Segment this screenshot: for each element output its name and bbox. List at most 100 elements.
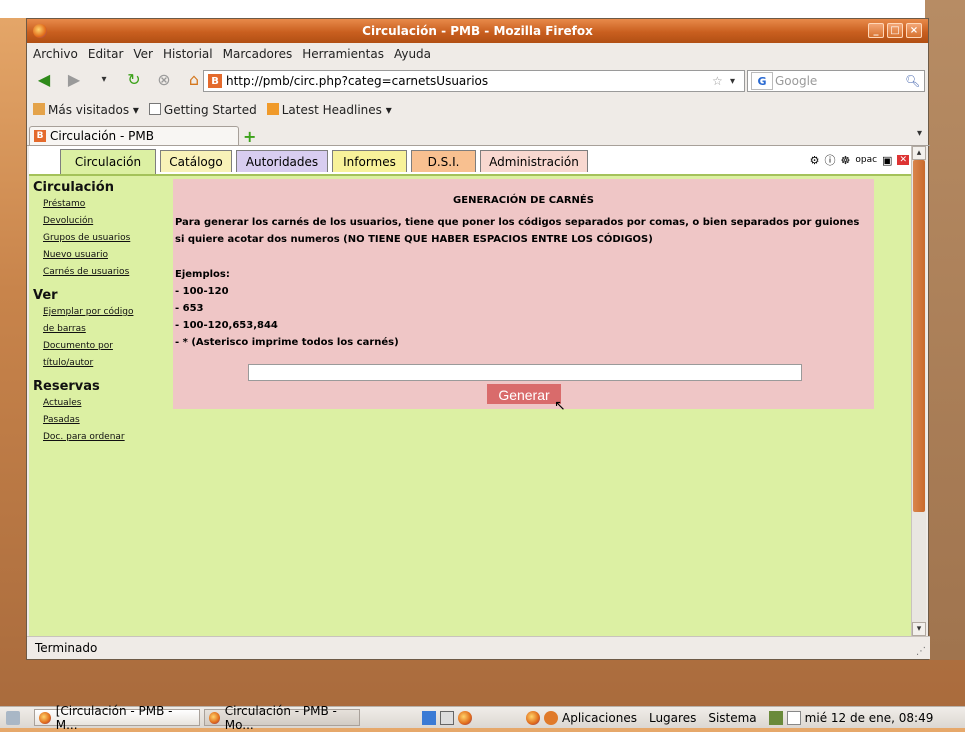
tab-informes[interactable]: Informes — [332, 150, 407, 172]
url-bar[interactable]: B http://pmb/circ.php?categ=carnetsUsuar… — [203, 70, 745, 92]
search-placeholder[interactable]: Google — [775, 74, 817, 88]
search-icon[interactable]: 🔍︎ — [905, 74, 921, 88]
bookmark-latest-headlines[interactable]: Latest Headlines ▾ — [266, 103, 392, 117]
menu-herramientas[interactable]: Herramientas — [302, 47, 384, 61]
search-bar[interactable]: G Google 🔍︎ — [747, 70, 925, 92]
minimize-button[interactable]: _ — [868, 23, 884, 38]
menu-bar: Archivo Editar Ver Historial Marcadores … — [27, 43, 928, 65]
bookmark-star-icon[interactable]: ☆ — [712, 74, 730, 88]
menu-historial[interactable]: Historial — [163, 47, 213, 61]
sidebar-link-devolucion[interactable]: Devolución — [43, 216, 169, 227]
tab-autoridades[interactable]: Autoridades — [236, 150, 328, 172]
sidebar-link-nuevo-usuario[interactable]: Nuevo usuario — [43, 250, 169, 261]
sidebar-link-ejemplar-codigo[interactable]: Ejemplar por código — [43, 307, 169, 318]
launcher-icon[interactable] — [422, 710, 436, 725]
scroll-up-arrow-icon[interactable]: ▴ — [912, 146, 926, 160]
example-item: - 653 — [175, 303, 204, 314]
scroll-down-arrow-icon[interactable]: ▾ — [912, 622, 926, 636]
firefox-icon — [39, 711, 51, 724]
carnets-form-panel: GENERACIÓN DE CARNÉS Para generar los ca… — [173, 179, 874, 414]
firefox-window: Circulación - PMB - Mozilla Firefox _ □ … — [26, 18, 930, 660]
menu-lugares[interactable]: Lugares — [649, 711, 696, 725]
resize-grip-icon[interactable]: ⋰ — [916, 646, 926, 657]
sidebar-link-actuales[interactable]: Actuales — [43, 398, 169, 409]
sidebar-link-prestamo[interactable]: Préstamo — [43, 199, 169, 210]
tab-catalogo[interactable]: Catálogo — [160, 150, 232, 172]
example-item: - 100-120,653,844 — [175, 320, 278, 331]
taskbar-item[interactable]: Circulación - PMB - Mo... — [204, 704, 360, 732]
mouse-pointer-icon: ↖ — [554, 398, 566, 414]
status-text: Terminado — [35, 641, 98, 655]
menu-ayuda[interactable]: Ayuda — [394, 47, 431, 61]
sidebar: Circulación Préstamo Devolución Grupos d… — [29, 178, 169, 443]
network-icon[interactable] — [768, 710, 783, 725]
google-engine-icon[interactable]: G — [751, 72, 773, 90]
terminal-icon[interactable] — [440, 710, 454, 725]
tab-circulacion-pmb[interactable]: B Circulación - PMB — [29, 126, 239, 145]
reload-icon[interactable]: ↻ — [123, 69, 145, 89]
taskbar-item[interactable]: [Circulación - PMB - M... — [34, 704, 200, 732]
sidebar-link-titulo-autor[interactable]: título/autor — [43, 358, 169, 369]
menu-aplicaciones[interactable]: Aplicaciones — [562, 711, 637, 725]
tab-dsi[interactable]: D.S.I. — [411, 150, 476, 172]
close-icon[interactable]: ✕ — [897, 155, 909, 165]
tab-bar: B Circulación - PMB + ▾ — [27, 123, 930, 146]
page-content: Circulación Catálogo Autoridades Informe… — [29, 146, 911, 636]
scroll-thumb[interactable] — [913, 160, 925, 512]
maximize-button[interactable]: □ — [887, 23, 903, 38]
menu-ver[interactable]: Ver — [133, 47, 153, 61]
tools-icon[interactable]: ⚙ — [810, 154, 820, 167]
bottom-panel: [Circulación - PMB - M... Circulación - … — [0, 704, 965, 732]
sidebar-heading-ver: Ver — [33, 288, 58, 303]
mail-icon[interactable] — [786, 710, 801, 725]
tab-label: Circulación - PMB — [50, 129, 154, 143]
bookmark-getting-started[interactable]: Getting Started — [148, 103, 257, 117]
sidebar-heading-reservas: Reservas — [33, 379, 100, 394]
url-dropdown-icon[interactable]: ▾ — [730, 76, 744, 87]
panel-title: GENERACIÓN DE CARNÉS — [453, 195, 594, 206]
sidebar-link-doc-para-ordenar[interactable]: Doc. para ordenar — [43, 432, 169, 443]
tab-favicon: B — [34, 130, 46, 142]
close-button[interactable]: × — [906, 23, 922, 38]
folder-icon — [33, 103, 45, 115]
tab-administracion[interactable]: Administración — [480, 150, 588, 172]
url-text[interactable]: http://pmb/circ.php?categ=carnetsUsuario… — [226, 74, 712, 88]
home-icon[interactable]: ⌂ — [183, 69, 205, 89]
stop-icon[interactable]: ⊗ — [153, 69, 175, 89]
firefox-launcher-icon[interactable] — [458, 710, 472, 725]
new-tab-plus-icon[interactable]: + — [243, 127, 256, 146]
opac-icon[interactable]: opac — [855, 155, 877, 165]
title-bar[interactable]: Circulación - PMB - Mozilla Firefox _ □ … — [27, 19, 928, 43]
firefox-tray-icon[interactable] — [526, 710, 540, 725]
menu-editar[interactable]: Editar — [88, 47, 124, 61]
bookmark-mas-visitados[interactable]: Más visitados ▾ — [33, 103, 139, 117]
sidebar-link-documento-por[interactable]: Documento por — [43, 341, 169, 352]
tab-circulacion[interactable]: Circulación — [60, 149, 156, 174]
codes-input[interactable] — [248, 364, 802, 381]
menu-marcadores[interactable]: Marcadores — [223, 47, 293, 61]
tab-list-chevron-icon[interactable]: ▾ — [917, 128, 922, 139]
settings-icon[interactable]: ☸ — [840, 154, 850, 167]
sidebar-link-de-barras[interactable]: de barras — [43, 324, 169, 335]
sidebar-heading-circulacion: Circulación — [33, 180, 114, 195]
firefox-icon — [209, 711, 220, 724]
show-desktop-icon[interactable] — [6, 710, 20, 725]
bookmarks-toolbar: Más visitados ▾ Getting Started Latest H… — [27, 99, 930, 121]
window-title: Circulación - PMB - Mozilla Firefox — [362, 24, 593, 38]
menu-sistema[interactable]: Sistema — [708, 711, 756, 725]
sidebar-link-carnes-usuarios[interactable]: Carnés de usuarios — [43, 267, 169, 278]
sidebar-link-grupos-usuarios[interactable]: Grupos de usuarios — [43, 233, 169, 244]
examples-heading: Ejemplos: — [175, 269, 230, 280]
clock[interactable]: mié 12 de ene, 08:49 — [805, 711, 934, 725]
back-arrow-icon[interactable]: ◀ — [33, 69, 55, 89]
vertical-scrollbar[interactable]: ▴ ▾ — [911, 146, 926, 636]
forward-arrow-icon[interactable]: ▶ — [63, 69, 85, 89]
help-icon[interactable]: ⓘ — [824, 152, 835, 168]
sidebar-link-pasadas[interactable]: Pasadas — [43, 415, 169, 426]
save-icon[interactable]: ▣ — [882, 154, 892, 167]
pmb-module-tabs: Circulación Catálogo Autoridades Informe… — [29, 146, 911, 176]
history-dropdown-icon[interactable]: ▾ — [93, 69, 115, 89]
gnome-foot-icon — [544, 710, 558, 725]
generar-button[interactable]: Generar — [487, 384, 561, 404]
menu-archivo[interactable]: Archivo — [33, 47, 78, 61]
